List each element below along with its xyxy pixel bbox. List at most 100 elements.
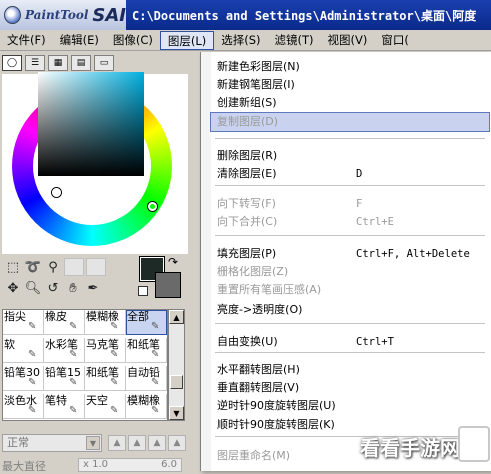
brush-shape-icon[interactable]: ▲ (108, 435, 126, 451)
brush-icon: ✎ (110, 349, 119, 360)
brush-slot[interactable]: 笔特 ✎ (44, 394, 85, 419)
max-size-multiplier: x 1.0 (83, 459, 108, 470)
menu-select[interactable]: 选择(S) (214, 31, 267, 50)
menu-window[interactable]: 窗口( (374, 31, 416, 50)
magic-wand-icon[interactable]: ⚲ (44, 258, 62, 276)
layer-menu-item[interactable]: 水平翻转图层(H) (211, 361, 489, 379)
menu-item-shortcut: D (356, 168, 363, 180)
menu-filter[interactable]: 滤镜(T) (268, 31, 321, 50)
brush-slot[interactable]: 铅笔30 ✎ (3, 366, 44, 391)
brush-slot[interactable]: 淡色水 ✎ (3, 394, 44, 419)
sv-picker-marker[interactable] (52, 188, 61, 197)
brush-icon: ✎ (28, 377, 37, 388)
brush-icon: ✎ (151, 405, 160, 416)
background-color-swatch[interactable] (155, 272, 181, 298)
swap-colors-icon[interactable]: ↷ (168, 255, 178, 269)
brush-icon: ✎ (110, 377, 119, 388)
chevron-down-icon[interactable]: ▼ (86, 436, 100, 450)
brush-label: 笔特 (45, 394, 67, 407)
layer-menu-item[interactable]: 新建钢笔图层(I) (211, 76, 489, 94)
layer-menu-item[interactable]: 删除图层(R) (211, 147, 489, 165)
lasso-icon[interactable]: ➰ (24, 258, 42, 276)
color-wheel-tab-icon[interactable]: ◯ (2, 55, 22, 71)
layer-menu-item[interactable]: 垂直翻转图层(V) (211, 379, 489, 397)
swatch-tab-icon[interactable]: ▤ (71, 55, 91, 71)
menu-item-label: 亮度->透明度(O) (217, 303, 303, 316)
scroll-up-icon[interactable]: ▲ (169, 310, 184, 324)
menu-layer[interactable]: 图层(L) (159, 30, 215, 50)
brush-slot[interactable]: 全部 ✎ (126, 310, 167, 335)
layer-menu-item[interactable]: 创建新组(S) (211, 94, 489, 112)
menu-item-label: 填充图层(P) (217, 247, 277, 260)
brush-shape-icon[interactable]: ▲ (148, 435, 166, 451)
color-slider-tab-icon[interactable]: ☰ (25, 55, 45, 71)
rotate-icon[interactable]: ↺ (44, 279, 62, 297)
logo-text: PaintTool (24, 8, 89, 22)
color-grid-tab-icon[interactable]: ▦ (48, 55, 68, 71)
scroll-down-icon[interactable]: ▼ (169, 406, 184, 420)
brush-slot[interactable]: 自动铅 ✎ (126, 366, 167, 391)
brush-shape-icon[interactable]: ▲ (128, 435, 146, 451)
select-rect-icon[interactable]: ⬚ (4, 258, 22, 276)
empty-tool-slot (64, 258, 84, 276)
brush-icon: ✎ (28, 405, 37, 416)
zoom-icon[interactable]: 🔍︎ (24, 279, 42, 297)
layer-menu-item[interactable]: 向下转写(F) F (211, 195, 489, 213)
window-title: C:\Documents and Settings\Administrator\… (132, 8, 477, 23)
menu-image[interactable]: 图像(C) (106, 31, 160, 50)
brush-slot[interactable]: 软 ✎ (3, 338, 44, 363)
scroll-thumb[interactable] (170, 375, 183, 389)
menu-item-label: 新建钢笔图层(I) (217, 78, 295, 91)
hand-icon[interactable]: ✋︎ (64, 279, 82, 297)
eyedropper-icon[interactable]: ✒ (84, 279, 102, 297)
empty-tool-slot (86, 258, 106, 276)
brush-slot[interactable]: 和纸笔 ✎ (85, 366, 126, 391)
brush-slot[interactable]: 铅笔15 ✎ (44, 366, 85, 391)
brush-shape-icon[interactable]: ▲ (168, 435, 186, 451)
menu-item-label: 图层重命名(M) (217, 449, 291, 462)
brush-slot[interactable]: 指尖 ✎ (3, 310, 44, 335)
brush-slot[interactable]: 橡皮 ✎ (44, 310, 85, 335)
scratchpad-tab-icon[interactable]: ▭ (94, 55, 114, 71)
menu-item-label: 垂直翻转图层(V) (217, 381, 300, 394)
saturation-value-square[interactable] (38, 72, 144, 176)
layer-menu-item[interactable]: 亮度->透明度(O) (211, 301, 489, 319)
menu-edit[interactable]: 编辑(E) (53, 31, 106, 50)
brush-slot[interactable]: 模糊橡 ✎ (85, 310, 126, 335)
menu-item-label: 自由变换(U) (217, 335, 278, 348)
brush-icon: ✎ (151, 349, 160, 360)
brush-icon: ✎ (69, 321, 78, 332)
menu-bar: 文件(F) 编辑(E) 图像(C) 图层(L) 选择(S) 滤镜(T) 视图(V… (0, 30, 491, 51)
layer-menu-item[interactable]: 重置所有笔画压感(A) (211, 281, 489, 299)
menu-view[interactable]: 视图(V) (321, 31, 375, 50)
sai-logo-icon (4, 6, 21, 24)
menu-file[interactable]: 文件(F) (0, 31, 53, 50)
menu-item-label: 复制图层(D) (217, 115, 279, 128)
brush-icon: ✎ (151, 321, 160, 332)
title-bar: PaintTool SAI C:\Documents and Settings\… (0, 0, 491, 30)
brush-slot[interactable]: 和纸笔 ✎ (126, 338, 167, 363)
brush-slot[interactable]: 天空 ✎ (85, 394, 126, 419)
menu-item-shortcut: Ctrl+E (356, 216, 394, 228)
menu-separator (215, 138, 485, 139)
brush-slot[interactable]: 模糊橡 ✎ (126, 394, 167, 419)
layer-menu-item[interactable]: 新建色彩图层(N) (211, 58, 489, 76)
layer-menu-item[interactable]: 复制图层(D) (210, 112, 490, 132)
hue-picker-marker[interactable] (148, 202, 157, 211)
color-mode-tabs: ◯ ☰ ▦ ▤ ▭ (2, 55, 114, 73)
layer-menu-item[interactable]: 自由变换(U) Ctrl+T (211, 333, 489, 351)
reset-colors-icon[interactable] (138, 286, 148, 296)
layer-menu-item[interactable]: 清除图层(E) D (211, 165, 489, 183)
layer-menu-item[interactable]: 填充图层(P) Ctrl+F, Alt+Delete (211, 245, 489, 263)
menu-item-label: 水平翻转图层(H) (217, 363, 300, 376)
brush-slot[interactable]: 马克笔 ✎ (85, 338, 126, 363)
layer-menu-item[interactable]: 向下合并(C) Ctrl+E (211, 213, 489, 231)
brush-slot[interactable]: 水彩笔 ✎ (44, 338, 85, 363)
layer-menu-item[interactable]: 逆时针90度旋转图层(U) (211, 397, 489, 415)
menu-separator (215, 352, 485, 353)
max-size-field[interactable]: x 1.0 6.0 (78, 458, 182, 472)
brush-grid-scrollbar[interactable]: ▲ ▼ (168, 309, 185, 421)
menu-item-label: 清除图层(E) (217, 167, 277, 180)
move-icon[interactable]: ✥ (4, 279, 22, 297)
layer-menu-item[interactable]: 栅格化图层(Z) (211, 263, 489, 281)
